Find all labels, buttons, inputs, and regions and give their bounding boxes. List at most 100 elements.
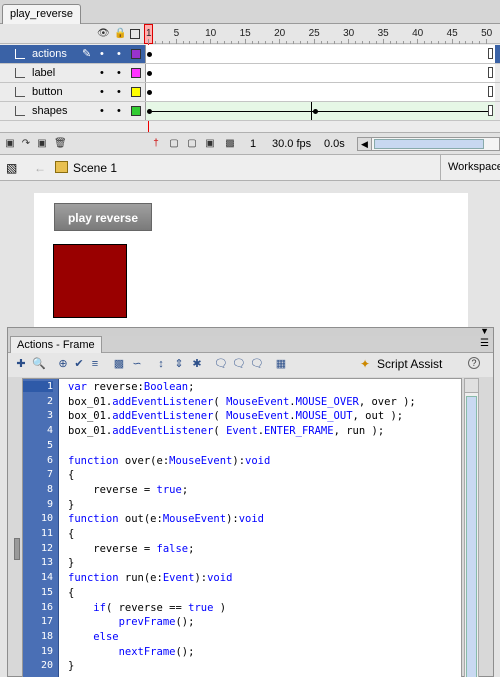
document-tab[interactable]: play_reverse [2,4,81,24]
ruler-number[interactable]: 45 [447,28,458,39]
ruler-number[interactable]: 5 [174,28,180,39]
ruler-number[interactable]: 50 [481,28,492,39]
code-line[interactable]: } [68,557,74,569]
visibility-toggle[interactable]: • [100,67,104,79]
outline-color-swatch[interactable] [131,87,141,97]
motion-guide-icon[interactable]: ↷ [20,138,32,150]
lock-toggle[interactable]: • [117,86,121,98]
insert-target-path-icon[interactable]: ⊕ [56,357,70,371]
layer-row-shapes[interactable]: shapes • • [0,102,500,121]
layer-row-button[interactable]: button • • [0,83,500,102]
show-hide-toolbox-icon[interactable]: ▦ [274,357,288,371]
check-syntax-icon[interactable]: ✔ [72,357,86,371]
debug-options-icon[interactable]: ∽ [130,357,144,371]
code-line[interactable]: { [68,469,74,481]
code-line[interactable]: var reverse:Boolean; [68,381,194,393]
help-icon[interactable]: ? [468,357,480,369]
code-hint-icon[interactable]: ▩ [112,357,126,371]
ruler-number[interactable]: 30 [343,28,354,39]
modify-onion-markers-icon[interactable]: ▩ [224,138,236,150]
back-arrow-icon[interactable]: ← [34,161,46,175]
keyframe[interactable] [147,52,152,57]
code-line[interactable]: prevFrame(); [68,616,195,628]
code-line[interactable]: } [68,660,74,672]
code-line[interactable]: box_01.addEventListener( MouseEvent.MOUS… [68,410,403,422]
collapse-between-braces-icon[interactable]: ↕ [154,357,168,371]
editor-vscrollbar[interactable] [464,378,479,677]
tab-actions-frame[interactable]: Actions - Frame [10,336,102,353]
onion-outline-icon[interactable]: ▢ [186,138,198,150]
visibility-toggle[interactable]: • [100,86,104,98]
code-line[interactable]: function over(e:MouseEvent):void [68,455,270,467]
frame-span[interactable] [145,45,495,63]
lock-toggle[interactable]: • [117,105,121,117]
ruler-number[interactable]: 35 [378,28,389,39]
eye-icon[interactable]: 👁 [97,28,110,39]
play-reverse-button[interactable]: play reverse [54,203,152,231]
new-folder-icon[interactable]: ▣ [36,138,48,150]
code-line[interactable]: reverse = true; [68,484,188,496]
layer-row-label[interactable]: label • • [0,64,500,83]
outline-color-swatch[interactable] [131,68,141,78]
apply-line-comment-icon[interactable]: 🗨 [232,357,246,371]
ruler-number[interactable]: 40 [412,28,423,39]
edit-multiple-frames-icon[interactable]: ▣ [204,138,216,150]
outline-color-swatch[interactable] [131,106,141,116]
frame-span[interactable] [145,83,495,101]
find-icon[interactable]: 🔍 [32,357,46,371]
apply-block-comment-icon[interactable]: 🗨 [214,357,228,371]
code-line[interactable]: reverse = false; [68,543,194,555]
layer-name[interactable]: shapes [32,105,67,117]
layer-name[interactable]: label [32,67,55,79]
code-line[interactable]: box_01.addEventListener( Event.ENTER_FRA… [68,425,384,437]
outline-color-swatch[interactable] [131,49,141,59]
toolbox-collapse-handle[interactable] [14,538,20,560]
code-line[interactable]: } [68,499,74,511]
onion-skin-icon[interactable]: ▢ [168,138,180,150]
timeline-toggle-icon[interactable]: ▧ [6,161,17,175]
code-line[interactable]: if( reverse == true ) [68,602,226,614]
scroll-up-icon[interactable] [465,379,478,393]
script-editor[interactable]: 1 2 3 4 5 6 7 8 9 10 11 12 13 14 15 16 17 18 19 20 var reve… [22,378,462,677]
add-statement-icon[interactable]: ✚ [14,357,28,371]
scene-name[interactable]: Scene 1 [73,161,117,175]
workspace-menu[interactable]: Workspace [440,155,500,180]
layer-name[interactable]: button [32,86,63,98]
center-frame-icon[interactable]: † [150,138,162,150]
frame-span[interactable] [145,64,495,82]
panel-menu-icon[interactable]: ☰ [480,338,489,349]
code-line[interactable]: else [68,631,118,643]
frame-span[interactable] [145,102,495,120]
panel-grip[interactable]: ▼ [8,326,493,336]
expand-all-icon[interactable]: ✱ [190,357,204,371]
lock-icon[interactable]: 🔒 [114,28,126,39]
code-line[interactable]: nextFrame(); [68,646,195,658]
auto-format-icon[interactable]: ≡ [88,357,102,371]
lock-toggle[interactable]: • [117,48,121,60]
scroll-thumb[interactable] [466,396,477,677]
code-line[interactable]: function run(e:Event):void [68,572,232,584]
collapse-icon[interactable]: ▼ [480,326,489,336]
keyframe[interactable] [147,71,152,76]
trash-icon[interactable]: 🗑 [54,138,67,150]
ruler-number[interactable]: 25 [309,28,320,39]
code-line[interactable]: { [68,528,74,540]
ruler-number[interactable]: 20 [274,28,285,39]
lock-toggle[interactable]: • [117,67,121,79]
frame-rate[interactable]: 30.0 fps [272,138,311,150]
scroll-left-icon[interactable]: ◀ [358,138,372,150]
script-assist-button[interactable]: Script Assist [377,357,442,371]
visibility-toggle[interactable]: • [100,48,104,60]
code-line[interactable]: box_01.addEventListener( MouseEvent.MOUS… [68,396,416,408]
remove-comment-icon[interactable]: 🗨 [250,357,264,371]
ruler-number[interactable]: 10 [205,28,216,39]
layer-row-actions[interactable]: actions ✎ • • [0,45,500,64]
ruler-number[interactable]: 1 [146,28,152,39]
code-line[interactable]: function out(e:MouseEvent):void [68,513,264,525]
ruler-number[interactable]: 15 [240,28,251,39]
visibility-toggle[interactable]: • [100,105,104,117]
layer-name[interactable]: actions [32,48,67,60]
timeline-hscrollbar[interactable]: ◀ [357,137,500,151]
collapse-selection-icon[interactable]: ⇕ [172,357,186,371]
scroll-thumb[interactable] [374,139,484,149]
